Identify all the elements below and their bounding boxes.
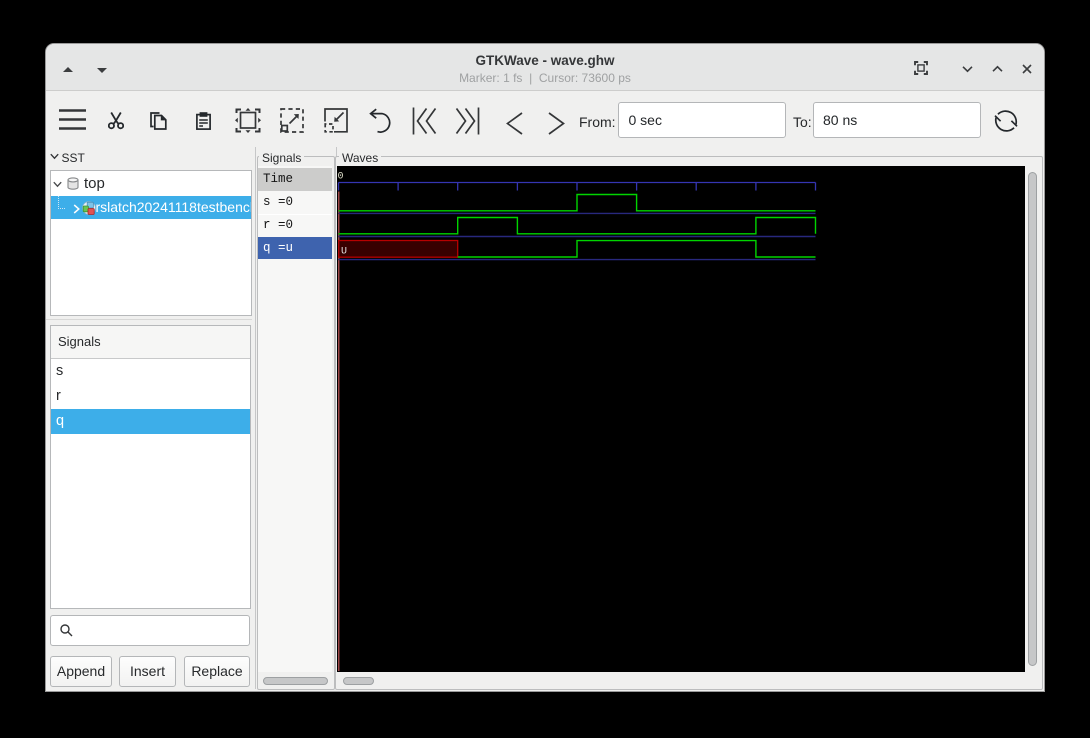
svg-text:0: 0: [337, 172, 343, 183]
svg-text:U: U: [341, 247, 347, 258]
